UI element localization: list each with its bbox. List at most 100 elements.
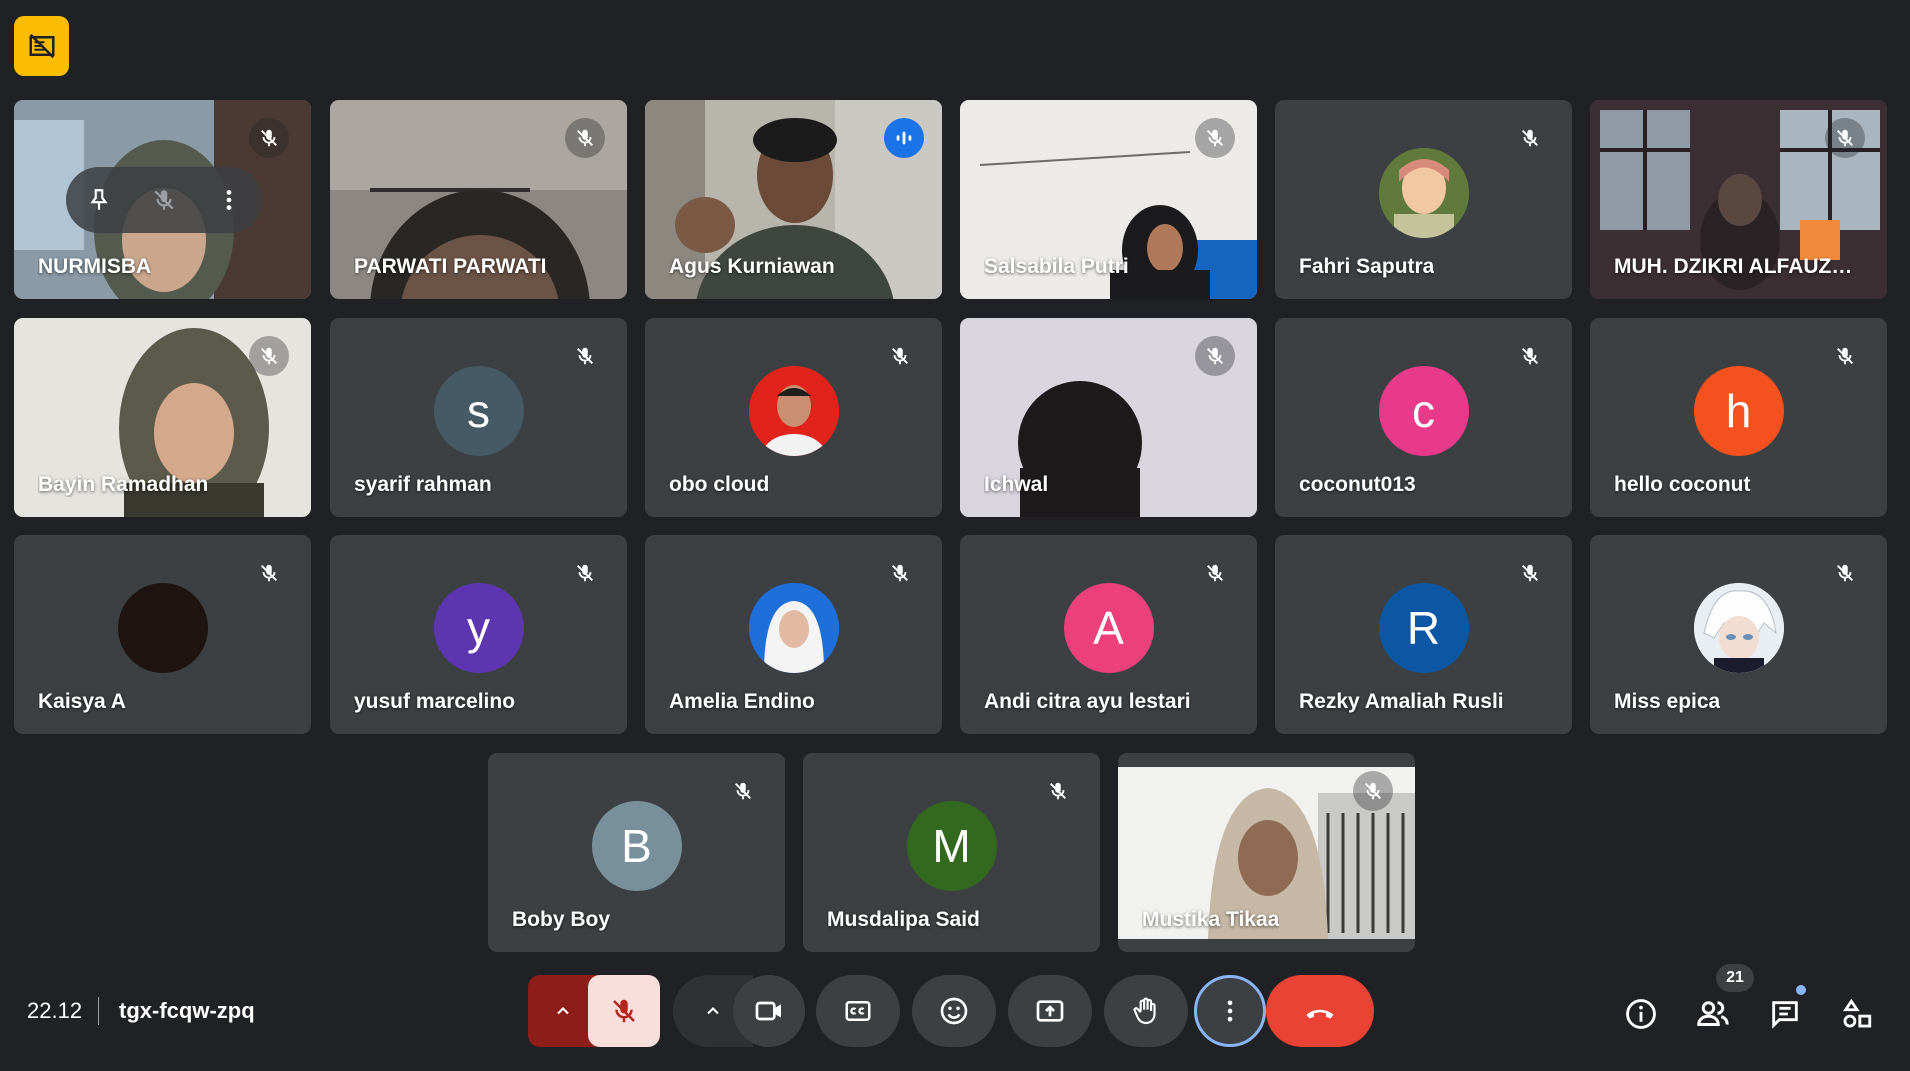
- meeting-time: 22.12: [27, 998, 83, 1023]
- participant-tile[interactable]: h hello coconut: [1590, 318, 1887, 517]
- participant-tile[interactable]: Salsabila Putri: [960, 100, 1257, 299]
- participant-name: syarif rahman: [354, 473, 492, 496]
- pin-icon[interactable]: [86, 187, 112, 213]
- participant-tile[interactable]: y yusuf marcelino: [330, 535, 627, 734]
- avatar: [748, 582, 839, 673]
- mute-indicator: [249, 118, 289, 158]
- info-icon: [1626, 999, 1656, 1029]
- participant-tile[interactable]: MUH. DZIKRI ALFAUZA...: [1590, 100, 1887, 299]
- participant-name: obo cloud: [669, 473, 770, 496]
- participant-tile[interactable]: s syarif rahman: [330, 318, 627, 517]
- mic-off-icon: [577, 347, 593, 365]
- mute-indicator: [1825, 336, 1865, 376]
- participant-name: Agus Kurniawan: [669, 255, 835, 278]
- reactions-button[interactable]: [912, 975, 996, 1047]
- chevron-up-icon: [707, 1007, 719, 1015]
- camera-icon: [755, 1001, 781, 1021]
- participant-tile[interactable]: Miss epica: [1590, 535, 1887, 734]
- mic-off-icon: [735, 782, 751, 800]
- participant-name: Mustika Tikaa: [1142, 908, 1280, 931]
- participant-tile[interactable]: R Rezky Amaliah Rusli: [1275, 535, 1572, 734]
- mic-off-icon: [1207, 347, 1223, 365]
- speaking-indicator: [884, 118, 924, 158]
- meeting-code[interactable]: tgx-fcqw-zpq: [119, 998, 255, 1024]
- mic-off-icon: [1837, 564, 1853, 582]
- mic-off-icon: [1837, 129, 1853, 147]
- people-icon: [1697, 1001, 1729, 1026]
- participant-tile[interactable]: Amelia Endino: [645, 535, 942, 734]
- mute-indicator: [1825, 553, 1865, 593]
- mute-indicator: [1195, 118, 1235, 158]
- participant-tile[interactable]: NURMISBA: [14, 100, 311, 299]
- participant-tile[interactable]: Fahri Saputra: [1275, 100, 1572, 299]
- participant-tile[interactable]: c coconut013: [1275, 318, 1572, 517]
- present-button[interactable]: [1008, 975, 1092, 1047]
- mic-off-icon: [1207, 129, 1223, 147]
- participant-name: Miss epica: [1614, 690, 1721, 713]
- avatar-initial: h: [1725, 384, 1752, 437]
- avatar-image: [748, 582, 839, 673]
- avatar-initial: M: [932, 819, 971, 872]
- mic-off-icon: [613, 999, 635, 1023]
- avatar-initial: y: [467, 601, 490, 654]
- participant-tile[interactable]: Kaisya A: [14, 535, 311, 734]
- leave-call-button[interactable]: [1266, 975, 1374, 1047]
- avatar-image: [1693, 582, 1784, 673]
- avatar: A: [1063, 582, 1154, 673]
- avatar-initial: R: [1406, 601, 1441, 654]
- more-options-button[interactable]: [1194, 975, 1266, 1047]
- activities-button[interactable]: [1837, 994, 1877, 1034]
- meeting-details-button[interactable]: [1621, 994, 1661, 1034]
- participant-name: PARWATI PARWATI: [354, 255, 547, 278]
- avatar: h: [1693, 365, 1784, 456]
- chat-button[interactable]: [1765, 994, 1805, 1034]
- raise-hand-icon: [1133, 997, 1156, 1025]
- mic-toggle-button[interactable]: [588, 975, 660, 1047]
- mute-indicator: [1038, 771, 1078, 811]
- avatar-image: [748, 365, 839, 456]
- mute-indicator: [249, 553, 289, 593]
- mute-indicator: [565, 336, 605, 376]
- camera-toggle-button[interactable]: [733, 975, 805, 1047]
- mute-indicator: [1825, 118, 1865, 158]
- mute-indicator: [1510, 553, 1550, 593]
- participant-name: hello coconut: [1614, 473, 1751, 496]
- mute-indicator: [1510, 336, 1550, 376]
- avatar-initial: c: [1412, 384, 1435, 437]
- people-button[interactable]: [1693, 994, 1733, 1034]
- avatar: [1693, 582, 1784, 673]
- mic-off-icon: [1207, 564, 1223, 582]
- speaking-icon: [896, 131, 912, 145]
- mute-indicator: [880, 336, 920, 376]
- mute-indicator: [249, 336, 289, 376]
- participant-name: NURMISBA: [38, 255, 152, 278]
- present-icon: [1036, 1000, 1064, 1022]
- mute-indicator: [565, 553, 605, 593]
- participant-name: Bayin Ramadhan: [38, 473, 209, 496]
- raise-hand-button[interactable]: [1104, 975, 1188, 1047]
- mic-off-icon: [577, 129, 593, 147]
- participant-tile-speaking[interactable]: Agus Kurniawan: [645, 100, 942, 299]
- participant-tile[interactable]: Ichwal: [960, 318, 1257, 517]
- participant-name: Fahri Saputra: [1299, 255, 1435, 278]
- participant-name: Andi citra ayu lestari: [984, 690, 1191, 713]
- avatar: M: [906, 800, 997, 891]
- captions-button[interactable]: [816, 975, 900, 1047]
- mic-off-icon: [1365, 782, 1381, 800]
- call-end-icon: [1306, 1009, 1334, 1019]
- mute-indicator: [565, 118, 605, 158]
- mic-off-icon[interactable]: [151, 187, 177, 213]
- unread-indicator: [1796, 985, 1806, 995]
- participant-tile[interactable]: obo cloud: [645, 318, 942, 517]
- participant-tile[interactable]: B Boby Boy: [488, 753, 785, 952]
- participant-name: yusuf marcelino: [354, 690, 516, 713]
- participant-tile[interactable]: Mustika Tikaa: [1118, 753, 1415, 952]
- participant-tile[interactable]: M Musdalipa Said: [803, 753, 1100, 952]
- participant-name: Ichwal: [984, 473, 1049, 496]
- mute-indicator: [1353, 771, 1393, 811]
- participant-tile[interactable]: PARWATI PARWATI: [330, 100, 627, 299]
- participant-tile[interactable]: A Andi citra ayu lestari: [960, 535, 1257, 734]
- avatar-image: [1378, 147, 1469, 238]
- participant-tile[interactable]: Bayin Ramadhan: [14, 318, 311, 517]
- more-vert-icon[interactable]: [216, 187, 242, 213]
